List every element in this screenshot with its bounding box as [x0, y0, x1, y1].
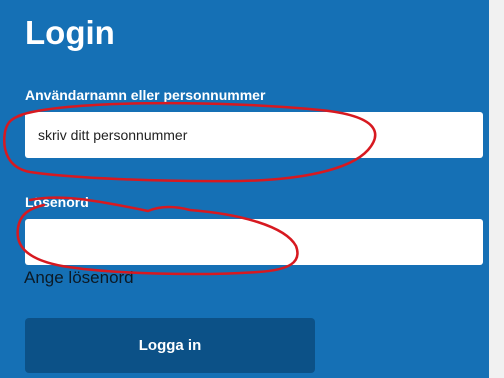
password-input[interactable] [25, 219, 483, 265]
page-title: Login [25, 14, 115, 51]
password-label: Lösenord [25, 194, 89, 210]
password-hint: Ange lösenord [24, 268, 134, 287]
scrollbar-track[interactable] [489, 0, 504, 378]
username-label: Användarnamn eller personnummer [25, 87, 266, 103]
login-button[interactable]: Logga in [25, 318, 315, 373]
login-panel: Login Användarnamn eller personnummer Lö… [0, 0, 489, 378]
username-input[interactable] [25, 112, 483, 158]
